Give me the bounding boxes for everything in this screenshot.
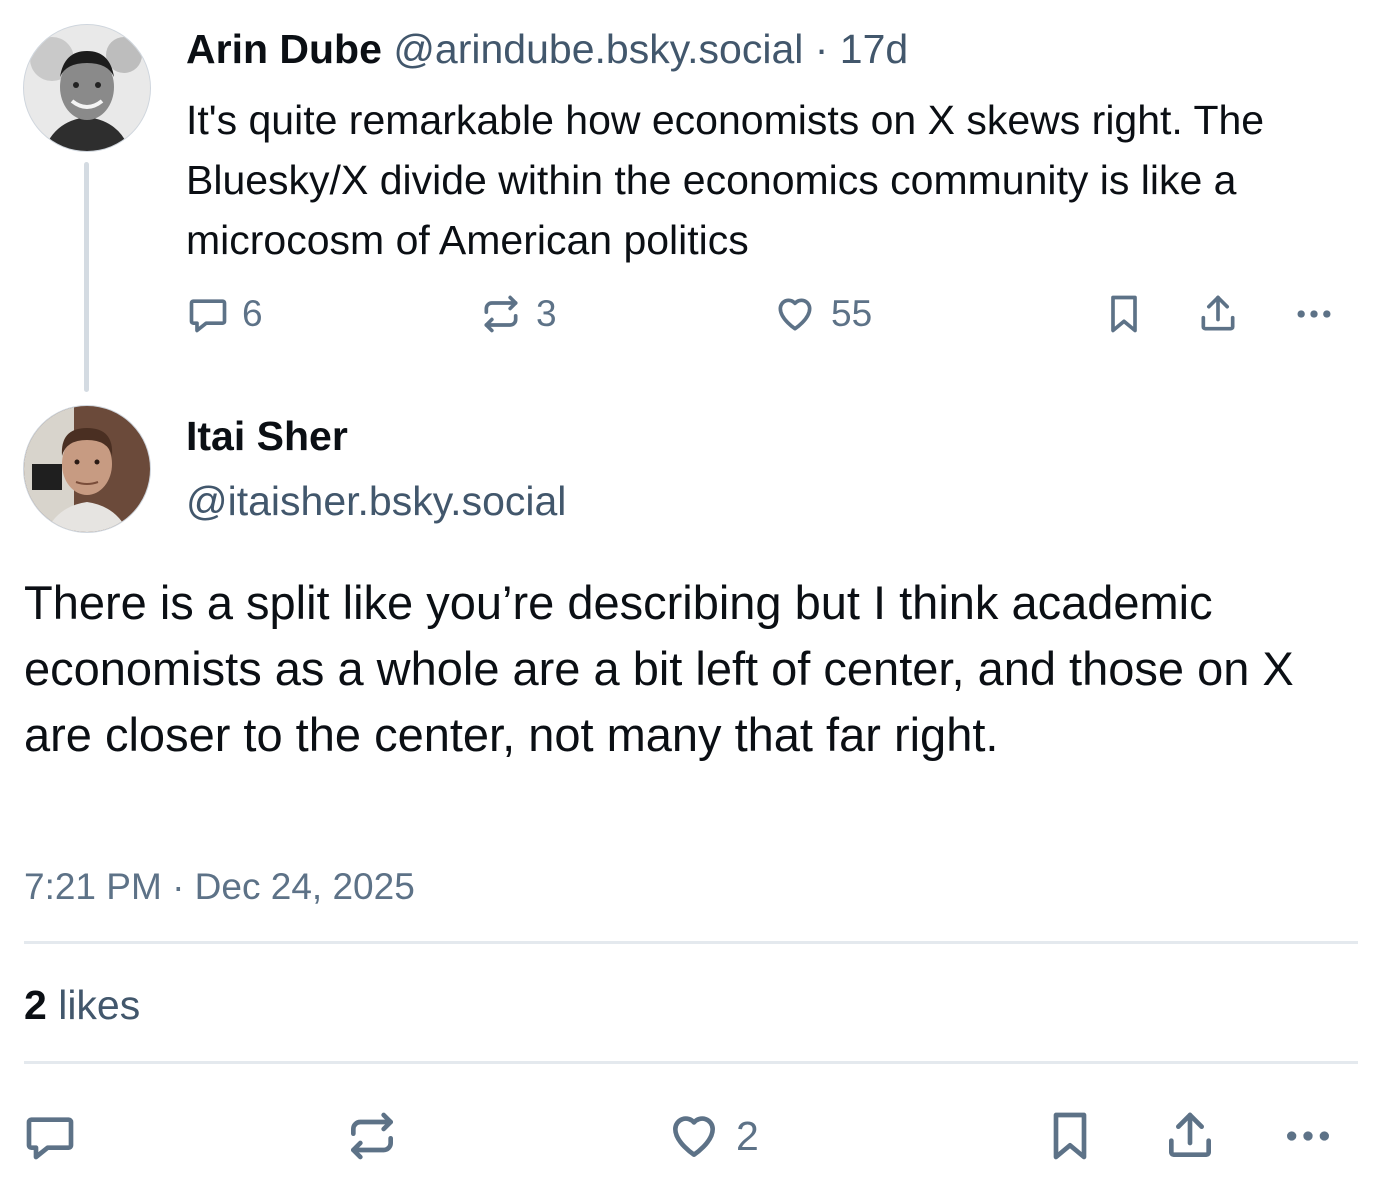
reply-author-name[interactable]: Itai Sher — [186, 413, 348, 460]
parent-like-button[interactable]: 55 — [771, 292, 872, 336]
parent-author-name[interactable]: Arin Dube — [186, 26, 382, 72]
likes-summary-count: 2 — [24, 982, 47, 1028]
heart-icon — [673, 1116, 715, 1157]
parent-post-text: It's quite remarkable how economists on … — [186, 97, 1265, 263]
reply-timestamp[interactable]: 7:21 PM · Dec 24, 2025 — [24, 866, 415, 908]
like-button[interactable]: 2 — [664, 1108, 759, 1164]
more-icon — [1297, 310, 1331, 318]
parent-reply-count: 6 — [242, 293, 263, 334]
likes-summary[interactable]: 2 likes — [24, 982, 140, 1029]
parent-share-button[interactable] — [1196, 292, 1240, 336]
parent-author-handle-time[interactable]: @arindube.bsky.social · 17d — [393, 26, 908, 72]
heart-icon — [778, 298, 812, 331]
reply-icon — [26, 1117, 74, 1160]
reply-author-handle[interactable]: @itaisher.bsky.social — [186, 478, 566, 525]
repost-icon — [484, 295, 518, 333]
share-icon — [1169, 1112, 1211, 1157]
parent-bookmark-button[interactable] — [1102, 292, 1146, 336]
repost-icon — [351, 1112, 393, 1160]
reply-post-actions: 2 — [0, 1108, 1388, 1168]
parent-like-count: 55 — [831, 293, 873, 334]
reply-post-text: There is a split like you’re describing … — [24, 576, 1294, 761]
parent-post-header: Arin Dube @arindube.bsky.social · 17d — [186, 26, 908, 73]
more-icon — [1287, 1131, 1329, 1141]
repost-button[interactable] — [343, 1108, 401, 1164]
thread-line — [84, 162, 89, 392]
arin-dube-avatar[interactable] — [23, 24, 151, 152]
reply-button[interactable] — [22, 1108, 78, 1164]
divider-top — [24, 941, 1358, 944]
divider-bottom — [24, 1061, 1358, 1064]
bookmark-icon — [1053, 1112, 1087, 1160]
parent-more-button[interactable] — [1290, 292, 1338, 336]
share-icon — [1201, 295, 1235, 331]
itai-sher-avatar[interactable] — [23, 405, 151, 533]
bookmark-button[interactable] — [1042, 1108, 1098, 1164]
parent-post-actions: 6 3 55 — [0, 292, 1388, 342]
parent-repost-button[interactable]: 3 — [478, 292, 557, 336]
parent-reply-button[interactable]: 6 — [186, 292, 263, 336]
share-button[interactable] — [1162, 1108, 1218, 1164]
reply-icon — [189, 299, 227, 333]
like-count: 2 — [736, 1112, 759, 1159]
parent-repost-count: 3 — [536, 293, 557, 334]
likes-summary-label: likes — [58, 982, 141, 1028]
more-button[interactable] — [1278, 1108, 1338, 1164]
bookmark-icon — [1111, 295, 1137, 333]
